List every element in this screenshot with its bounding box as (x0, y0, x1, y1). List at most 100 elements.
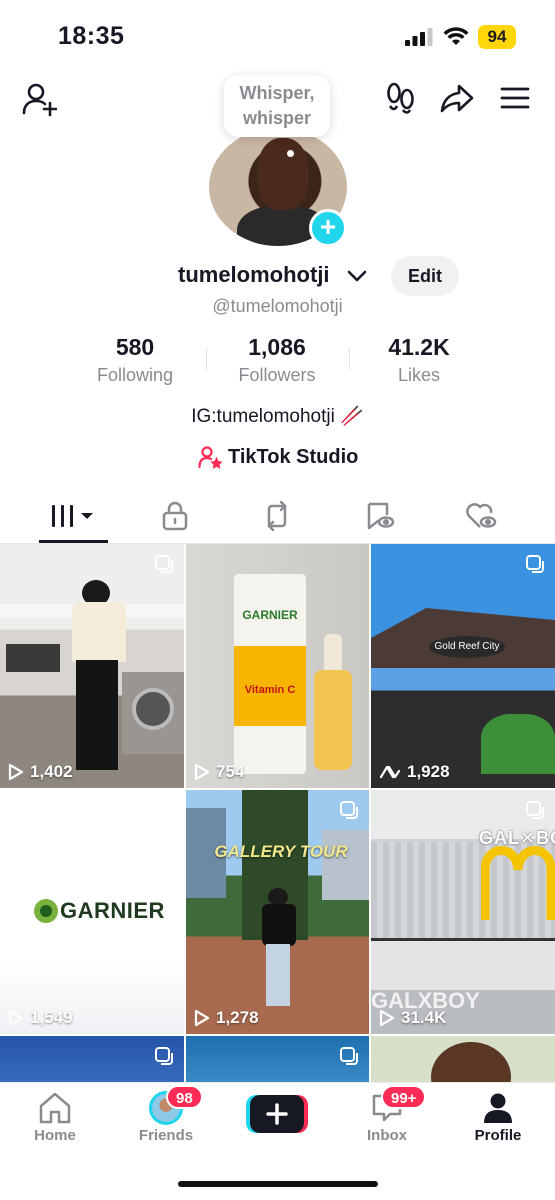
inbox-badge: 99+ (381, 1085, 427, 1109)
chevron-down-icon[interactable] (346, 267, 368, 285)
home-indicator (178, 1181, 378, 1187)
view-count: 1,549 (8, 1008, 73, 1028)
repost-small-icon (379, 765, 401, 779)
box-vitamin-text: Vitamin C (244, 684, 296, 696)
view-count-text: 1,278 (216, 1008, 259, 1027)
video-thumbnail[interactable] (371, 1036, 555, 1086)
product-box: GARNIER Vitamin C (234, 574, 306, 774)
stat-label: Following (96, 365, 174, 385)
multi-photo-icon (340, 801, 358, 819)
play-icon (8, 1009, 24, 1027)
nav-home[interactable]: Home (10, 1089, 100, 1144)
view-count: 1,402 (8, 762, 73, 782)
play-icon (8, 763, 24, 781)
stat-likes[interactable]: 41.2K Likes (339, 334, 499, 386)
video-thumbnail[interactable]: 1,402 (0, 544, 184, 788)
tiktok-studio-link[interactable]: TikTok Studio (198, 443, 358, 471)
tab-private[interactable] (140, 498, 210, 534)
nav-profile-label: Profile (474, 1127, 522, 1144)
add-friend-icon (22, 83, 57, 117)
edit-profile-button[interactable]: Edit (391, 256, 459, 296)
profile-icon (484, 1093, 512, 1123)
nav-inbox-label: Inbox (367, 1127, 407, 1144)
wifi-icon (443, 27, 469, 45)
add-friend-button[interactable] (18, 78, 60, 120)
menu-button[interactable] (496, 80, 534, 116)
video-thumbnail[interactable]: Gold Reef City 1,928 (371, 544, 555, 788)
stat-value: 1,086 (248, 334, 306, 360)
video-thumbnail[interactable] (0, 1036, 184, 1086)
view-count-text: 1,402 (30, 762, 73, 781)
multi-photo-icon (526, 801, 544, 819)
view-count: 1,928 (379, 762, 450, 782)
view-count-text: 1,549 (30, 1008, 73, 1027)
share-arrow-icon (440, 84, 474, 113)
share-profile-button[interactable] (438, 80, 476, 116)
friends-badge: 98 (166, 1085, 203, 1109)
stat-following[interactable]: 580 Following (55, 334, 215, 386)
studio-label: TikTok Studio (228, 445, 359, 468)
stat-value: 580 (115, 334, 155, 360)
multi-photo-icon (340, 1047, 358, 1065)
gallery-tour-text: GALLERY TOUR (214, 842, 348, 861)
status-time: 18:35 (58, 22, 125, 50)
video-thumbnail[interactable]: GARNIER Vitamin C 754 (186, 544, 369, 788)
gold-reef-sign: Gold Reef City (429, 636, 505, 658)
multi-photo-icon (155, 555, 173, 573)
golden-arches-icon (480, 840, 555, 920)
hamburger-menu-icon (500, 87, 530, 109)
bookmark-hidden-icon (367, 502, 395, 530)
nav-home-label: Home (34, 1127, 76, 1144)
tab-favorites[interactable] (345, 498, 415, 534)
garnier-logo-text: GARNIER (60, 898, 165, 923)
play-icon (379, 1009, 395, 1027)
view-count: 31.4K (379, 1008, 446, 1028)
person-head (431, 1042, 511, 1086)
video-thumbnail[interactable] (186, 1036, 369, 1086)
view-count: 754 (194, 762, 244, 782)
tooltip-dot (287, 150, 294, 157)
tab-liked[interactable] (446, 498, 516, 534)
view-count-text: 31.4K (401, 1008, 447, 1027)
person-pants (76, 660, 118, 770)
microwave-shape (6, 644, 60, 672)
add-story-button[interactable]: + (309, 209, 347, 247)
whisper-tooltip[interactable]: Whisper, whisper (224, 75, 330, 137)
person-shirt (262, 904, 296, 946)
battery-indicator: 94 (478, 25, 516, 49)
video-thumbnail[interactable]: GAL✕BO GALXBOY 31.4K (371, 790, 555, 1034)
nav-friends-label: Friends (138, 1127, 194, 1144)
video-thumbnail[interactable]: GALLERY TOUR 1,278 (186, 790, 369, 1034)
profile-views-button[interactable] (383, 80, 419, 116)
box-brand-text: GARNIER (242, 608, 298, 622)
view-count-text: 754 (216, 762, 245, 781)
home-icon (39, 1092, 71, 1124)
garnier-logo: GARNIER (34, 898, 165, 924)
play-icon (194, 1009, 210, 1027)
stat-label: Likes (397, 365, 441, 385)
view-count-text: 1,928 (407, 762, 450, 781)
multi-photo-icon (155, 1047, 173, 1065)
store-sign: GAL✕BO (479, 828, 555, 848)
heart-hidden-icon (466, 503, 497, 528)
serum-bottle (310, 634, 356, 774)
cellular-signal-icon (405, 28, 433, 46)
profile-username[interactable]: tumelomohotji (178, 262, 330, 288)
washer-shape (122, 672, 184, 754)
stat-value: 41.2K (388, 334, 450, 360)
tab-reposts[interactable] (242, 498, 312, 534)
avatar-face-shape (257, 138, 309, 210)
nav-profile[interactable]: Profile (453, 1089, 543, 1144)
stat-followers[interactable]: 1,086 Followers (197, 334, 357, 386)
person-shirt (72, 602, 126, 662)
grid-dropdown-icon (52, 505, 93, 527)
video-thumbnail[interactable]: GARNIER 1,549 (0, 790, 184, 1034)
stat-label: Followers (238, 365, 316, 385)
multi-photo-icon (526, 555, 544, 573)
profile-handle: @tumelomohotji (212, 296, 343, 316)
trees-shape (481, 714, 555, 774)
footprints-icon (387, 82, 414, 114)
tab-videos[interactable] (39, 498, 109, 534)
building-right (322, 830, 369, 900)
create-button[interactable] (246, 1093, 308, 1135)
